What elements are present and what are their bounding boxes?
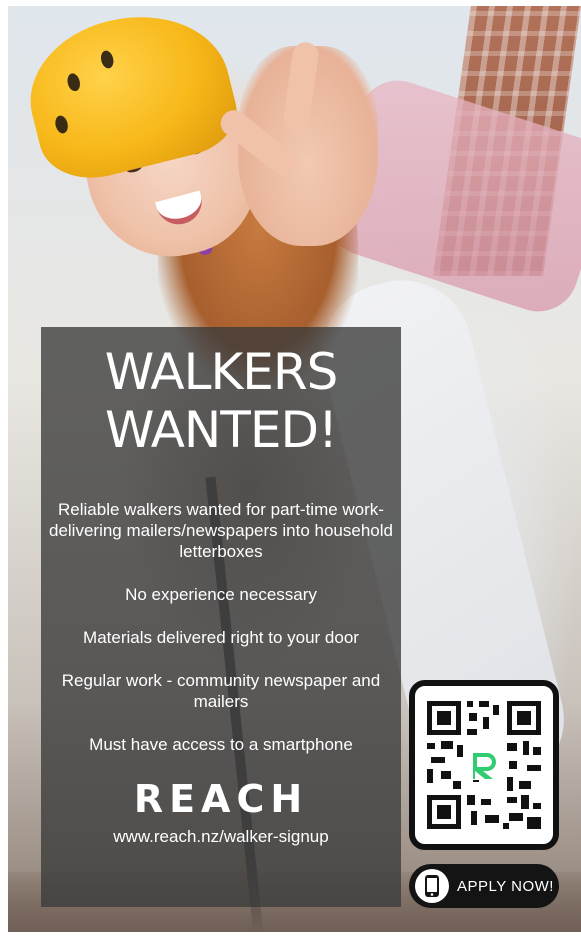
reach-logo: REACH: [133, 777, 309, 821]
regular-work-text: Regular work - community newspaper and m…: [61, 671, 381, 711]
materials-text: Materials delivered right to your door: [83, 628, 359, 647]
no-experience-text: No experience necessary: [125, 585, 317, 604]
info-panel: WALKERS WANTED! Reliable walkers wanted …: [41, 327, 401, 907]
headline: WALKERS WANTED!: [41, 343, 401, 459]
smartphone-icon: [415, 869, 449, 903]
info-list: Reliable walkers wanted for part-time wo…: [41, 499, 401, 755]
smartphone-requirement: Must have access to a smartphone: [89, 735, 353, 754]
job-description: Reliable walkers wanted for part-time wo…: [49, 500, 393, 561]
apply-now-button[interactable]: APPLY NOW!: [409, 864, 559, 908]
qr-code[interactable]: [409, 680, 559, 850]
qr-code-graphic: [423, 695, 545, 835]
headline-line-2: WANTED!: [105, 401, 338, 459]
headline-line-1: WALKERS: [104, 343, 339, 401]
signup-url[interactable]: www.reach.nz/walker-signup: [41, 827, 401, 847]
apply-now-label: APPLY NOW!: [457, 877, 554, 895]
